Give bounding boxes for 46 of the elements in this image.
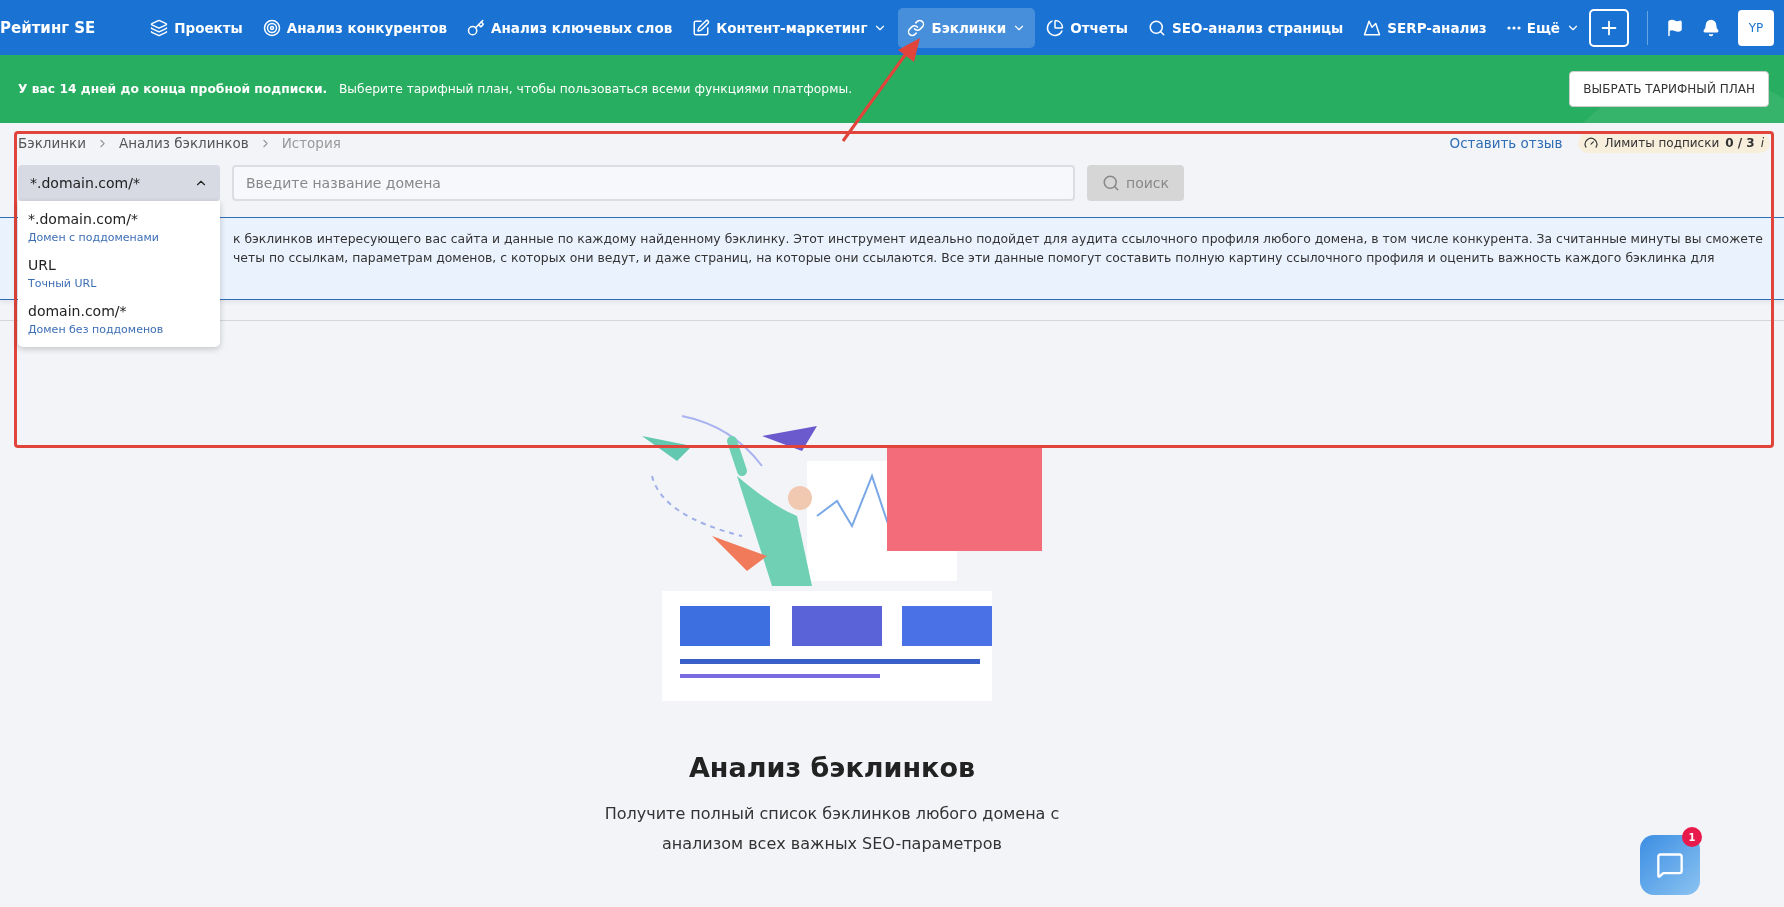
nav-item[interactable]: Анализ ключевых слов (458, 7, 682, 48)
user-avatar[interactable]: YP (1738, 9, 1774, 46)
link-icon (907, 18, 926, 37)
flag-icon[interactable] (1666, 18, 1684, 37)
breadcrumb-current: История (281, 135, 341, 151)
nav-item[interactable]: Бэклинки (898, 7, 1036, 48)
dropdown-option[interactable]: *.domain.com/* Домен с поддоменами (18, 205, 220, 251)
feedback-link[interactable]: Оставить отзыв (1449, 135, 1563, 151)
info-mark: i (1760, 136, 1764, 150)
pen-icon (692, 18, 711, 37)
layers-icon (150, 18, 169, 37)
nav-item[interactable]: Анализ конкурентов (253, 7, 457, 48)
notification-icon[interactable] (1702, 18, 1720, 37)
search-icon (1102, 174, 1120, 192)
pie-chart-icon (1046, 18, 1065, 37)
add-button[interactable] (1589, 8, 1629, 47)
nav-item[interactable]: SEO-анализ страницы (1139, 7, 1353, 48)
nav-item[interactable]: SERP-анализ (1354, 7, 1496, 48)
gauge-icon (1584, 136, 1599, 150)
dropdown-option[interactable]: URL Точный URL (18, 251, 220, 297)
logo-text: Рейтинг SE (0, 18, 97, 37)
limits-label: Лимиты подписки (1604, 136, 1720, 150)
info-text: к бэклинков интересующего вас сайта и данные по каждому найденному бэклинку. Этот инструмент идеально подойдет для аудита ссылочного профиля любого домена, в том числе конкурента. За считанные минуты вы сможете (233, 231, 1763, 246)
ellipsis-icon (1506, 25, 1521, 30)
nav-item[interactable]: Контент-маркетинг (683, 7, 897, 48)
breadcrumb-link[interactable]: Анализ бэклинков (119, 135, 249, 151)
key-icon (467, 18, 486, 37)
target-icon (262, 18, 281, 37)
scope-select[interactable]: *.domain.com/* (18, 165, 220, 201)
trial-message: У вас 14 дней до конца пробной подписки. Выберите тарифный план, чтобы пользоваться всеми функциями платформы. (18, 82, 853, 96)
nav-item[interactable]: Проекты (141, 7, 252, 48)
mountain-icon (1363, 18, 1382, 37)
choose-plan-button[interactable]: ВЫБРАТЬ ТАРИФНЫЙ ПЛАН (1569, 71, 1769, 107)
chat-button[interactable] (1640, 835, 1700, 895)
empty-state-description: Получите полный список бэклинков любого домена с анализом всех важных SEO-параметров (603, 803, 1061, 855)
breadcrumb-link[interactable]: Бэклинки (18, 135, 86, 151)
domain-input[interactable]: Введите название домена (232, 165, 1075, 201)
info-text: четы по ссылкам, параметрам доменов, с которых они ведут, и даже страниц, на которые они ссылаются. Все эти данные помогут составить полную картину ссылочного профиля и оценить важность каждого бэклинка для (233, 250, 1716, 265)
notification-badge: 1 (1682, 827, 1702, 847)
limits-value: 0 / 3 (1725, 136, 1755, 150)
nav-item[interactable]: Ещё (1497, 7, 1589, 48)
empty-state-title: Анализ бэклинков (688, 752, 975, 783)
nav-item[interactable]: Отчеты (1037, 7, 1137, 48)
search-icon (1148, 18, 1166, 37)
dropdown-option[interactable]: domain.com/* Домен без поддоменов (18, 297, 220, 343)
chat-icon (1656, 851, 1684, 879)
